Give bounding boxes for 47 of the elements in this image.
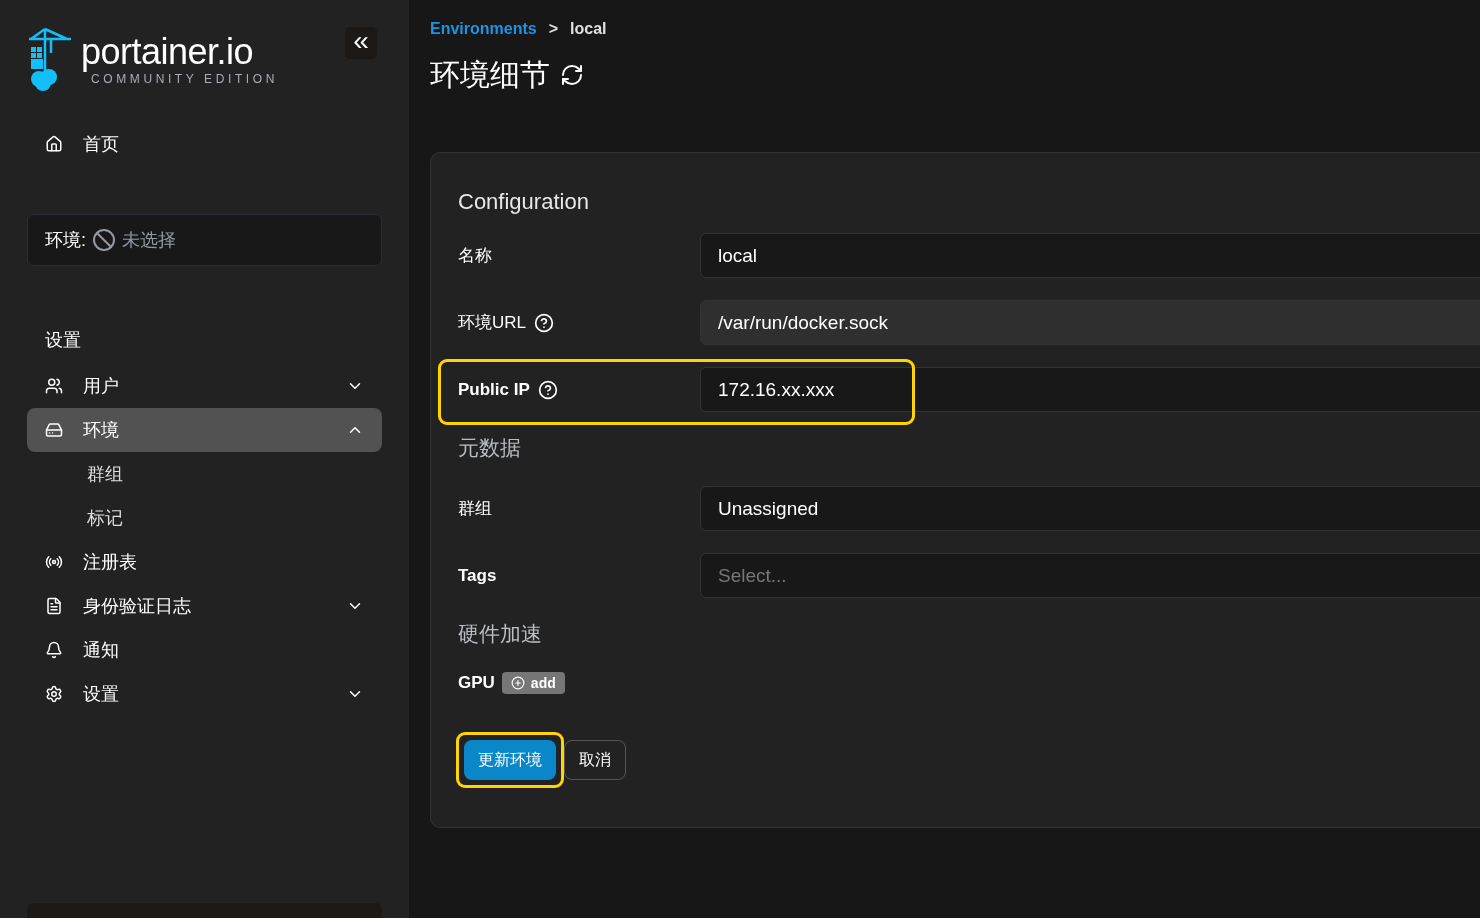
sidebar-subitem[interactable]: 标记 <box>27 496 382 540</box>
collapse-button[interactable]: « <box>345 27 377 59</box>
section-heading: 硬件加速 <box>458 621 543 647</box>
input-field[interactable]: Unassigned <box>700 486 1480 531</box>
field-label: 名称 <box>458 245 492 267</box>
sidebar-item[interactable]: 用户 <box>27 364 382 408</box>
plus-icon <box>510 676 525 690</box>
sidebar-item[interactable]: 环境 <box>27 408 382 452</box>
menu-icon <box>45 685 63 703</box>
section-heading: 元数据 <box>458 435 522 461</box>
sidebar-item[interactable]: 首页 <box>27 122 382 166</box>
home-icon <box>45 135 63 153</box>
cancel-button[interactable]: 取消 <box>564 740 626 780</box>
field-label: 环境URL <box>458 312 526 334</box>
refresh-icon[interactable] <box>560 63 584 87</box>
field-label: Public IP <box>458 379 530 400</box>
input-field[interactable]: Select... <box>700 553 1480 598</box>
menu-icon <box>45 641 63 659</box>
environment-value: 未选择 <box>122 229 176 252</box>
sidebar-item[interactable]: 通知 <box>27 628 382 672</box>
input-field[interactable]: 172.16.xx.xxx <box>700 367 1480 412</box>
section-heading: Configuration <box>458 189 590 216</box>
breadcrumb-link[interactable]: Environments <box>430 20 537 38</box>
menu-icon <box>45 377 63 395</box>
sidebar-item[interactable]: 设置 <box>27 672 382 716</box>
field-label: Tags <box>458 565 497 586</box>
page-title: 环境细节 <box>430 56 550 93</box>
help-icon[interactable] <box>537 379 558 400</box>
logo-name: portainer.io <box>81 32 255 72</box>
field-label: GPU <box>458 673 495 693</box>
environment-label: 环境: <box>45 229 86 252</box>
sidebar-subitem[interactable]: 群组 <box>27 452 382 496</box>
update-button[interactable]: 更新环境 <box>464 740 556 780</box>
add-button[interactable]: add <box>501 672 565 694</box>
sidebar-item[interactable]: 注册表 <box>27 540 382 584</box>
logo-edition: COMMUNITY EDITION <box>91 72 278 86</box>
menu-icon <box>45 553 63 571</box>
ban-icon <box>92 228 116 252</box>
sidebar-item[interactable]: 身份验证日志 <box>27 584 382 628</box>
menu-icon <box>45 597 63 615</box>
field-label: 群组 <box>458 498 492 520</box>
menu-icon <box>45 421 63 439</box>
portainer-logo-icon <box>27 27 73 91</box>
input-field[interactable]: local <box>700 233 1480 278</box>
breadcrumb-separator: > <box>548 20 559 38</box>
section-title: 设置 <box>44 329 82 352</box>
breadcrumb-current: local <box>570 20 607 38</box>
